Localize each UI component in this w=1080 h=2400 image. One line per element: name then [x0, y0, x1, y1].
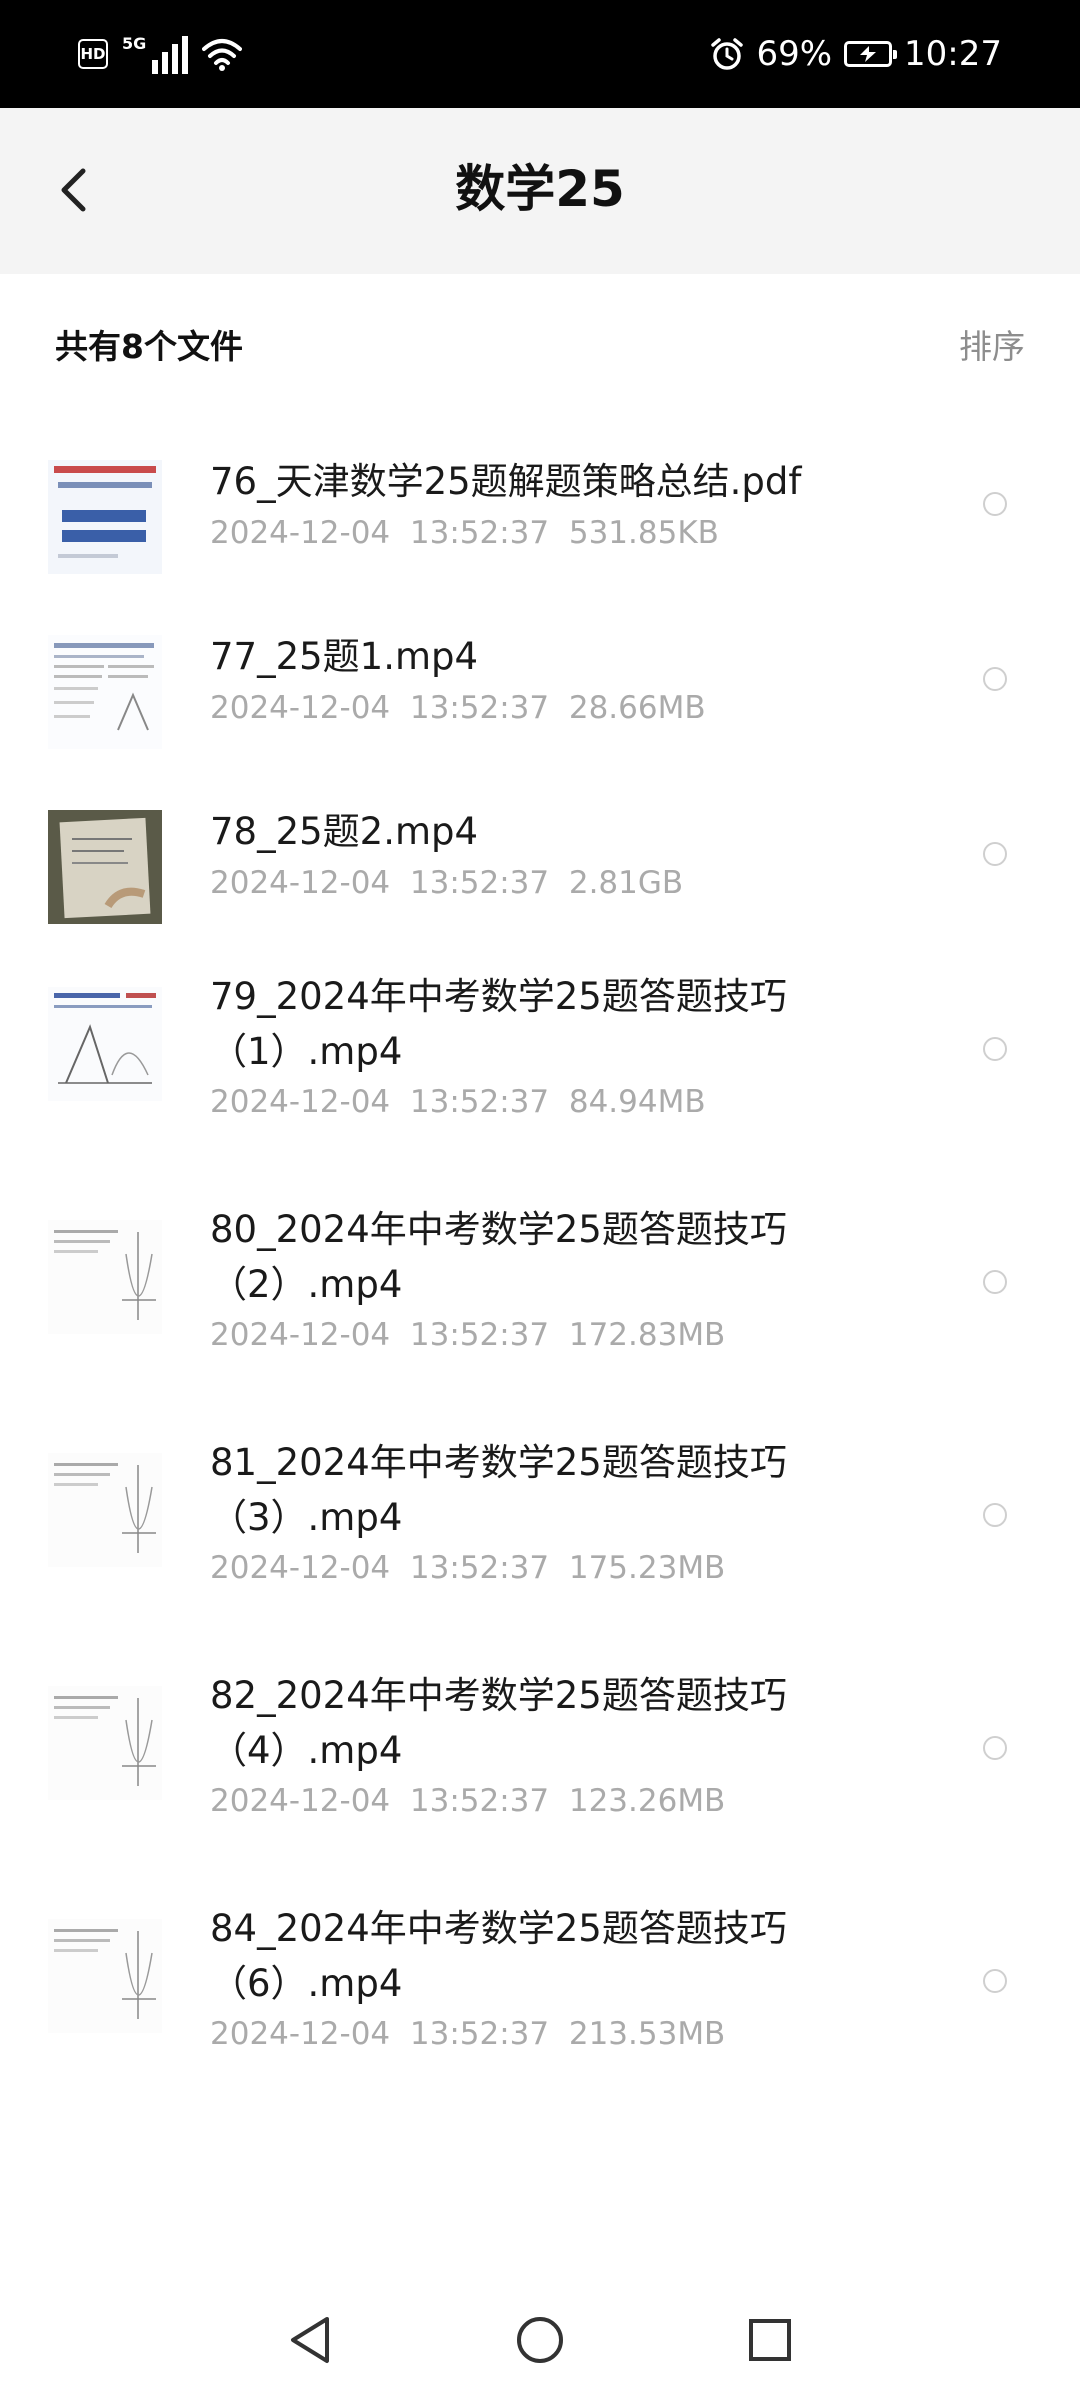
file-size: 531.85KB: [568, 515, 719, 551]
file-row[interactable]: 82_2024年中考数学25题答题技巧（4）.mp4 2024-12-04 13:…: [0, 1668, 1080, 1868]
status-bar: HD 5G 69% 10:27: [0, 0, 1080, 108]
file-name: 76_天津数学25题解题策略总结.pdf: [210, 460, 802, 503]
file-thumbnail: [48, 1919, 162, 2033]
file-size: 28.66MB: [568, 690, 706, 726]
file-size: 172.83MB: [568, 1317, 726, 1353]
file-meta: 2024-12-04 13:52:37 175.23MB: [210, 1547, 725, 1589]
file-time: 13:52:37: [409, 690, 550, 726]
signal-bar: [172, 44, 178, 74]
file-meta: 2024-12-04 13:52:37 172.83MB: [210, 1314, 725, 1356]
file-meta: 2024-12-04 13:52:37 123.26MB: [210, 1780, 725, 1822]
status-left: HD 5G: [78, 30, 242, 78]
file-row[interactable]: 79_2024年中考数学25题答题技巧（1）.mp4 2024-12-04 13:…: [0, 969, 1080, 1169]
nav-back-button[interactable]: [280, 2310, 340, 2370]
file-thumbnail: [48, 987, 162, 1101]
select-radio[interactable]: [983, 1270, 1007, 1294]
page-title: 数学25: [455, 160, 625, 218]
file-date: 2024-12-04: [210, 2016, 391, 2052]
file-name: 79_2024年中考数学25题答题技巧（1）.mp4: [210, 975, 787, 1073]
file-meta: 2024-12-04 13:52:37 213.53MB: [210, 2013, 725, 2055]
file-row[interactable]: 78_25题2.mp4 2024-12-04 13:52:37 2.81GB: [0, 794, 1080, 954]
signal-icon: 5G: [122, 34, 188, 74]
file-row[interactable]: 80_2024年中考数学25题答题技巧（2）.mp4 2024-12-04 13:…: [0, 1202, 1080, 1402]
back-triangle-icon: [291, 2317, 329, 2363]
title-bar: 数学25: [0, 108, 1080, 274]
file-name: 80_2024年中考数学25题答题技巧（2）.mp4: [210, 1208, 787, 1306]
file-thumbnail: [48, 635, 162, 749]
recents-square-icon: [749, 2319, 791, 2361]
nav-recents-button[interactable]: [740, 2310, 800, 2370]
battery-percent: 69%: [756, 34, 833, 74]
file-meta: 2024-12-04 13:52:37 2.81GB: [210, 862, 683, 904]
file-row[interactable]: 81_2024年中考数学25题答题技巧（3）.mp4 2024-12-04 13:…: [0, 1435, 1080, 1635]
status-right: 69% 10:27: [710, 26, 1002, 82]
select-radio[interactable]: [983, 842, 1007, 866]
file-time: 13:52:37: [409, 1550, 550, 1586]
file-size: 2.81GB: [568, 865, 684, 901]
file-size: 213.53MB: [568, 2016, 726, 2052]
file-size: 175.23MB: [568, 1550, 726, 1586]
file-time: 13:52:37: [409, 515, 550, 551]
navigation-bar: [0, 2280, 1080, 2400]
alarm-icon: [711, 38, 744, 70]
file-date: 2024-12-04: [210, 1783, 391, 1819]
select-radio[interactable]: [983, 1736, 1007, 1760]
file-thumbnail: [48, 810, 162, 924]
file-thumbnail: [48, 1453, 162, 1567]
select-radio[interactable]: [983, 492, 1007, 516]
nav-home-button[interactable]: [510, 2310, 570, 2370]
select-radio[interactable]: [983, 1969, 1007, 1993]
file-meta: 2024-12-04 13:52:37 28.66MB: [210, 687, 706, 729]
file-thumbnail: [48, 460, 162, 574]
file-row[interactable]: 84_2024年中考数学25题答题技巧（6）.mp4 2024-12-04 13:…: [0, 1901, 1080, 2101]
hd-icon: HD: [78, 39, 108, 69]
signal-bar: [162, 52, 168, 74]
file-name: 78_25题2.mp4: [210, 810, 479, 853]
file-thumbnail: [48, 1686, 162, 1800]
file-meta: 2024-12-04 13:52:37 84.94MB: [210, 1081, 706, 1123]
file-size: 84.94MB: [568, 1084, 706, 1120]
sort-button[interactable]: 排序: [959, 320, 1025, 368]
select-radio[interactable]: [983, 1503, 1007, 1527]
file-date: 2024-12-04: [210, 515, 391, 551]
wifi-icon: [202, 39, 242, 71]
file-time: 13:52:37: [409, 2016, 550, 2052]
file-name: 84_2024年中考数学25题答题技巧（6）.mp4: [210, 1907, 787, 2005]
signal-bar: [182, 36, 188, 74]
file-size: 123.26MB: [568, 1783, 726, 1819]
home-circle-icon: [517, 2317, 563, 2363]
battery-charging-icon: [844, 41, 898, 67]
file-time: 13:52:37: [409, 1783, 550, 1819]
file-date: 2024-12-04: [210, 865, 391, 901]
file-row[interactable]: 76_天津数学25题解题策略总结.pdf 2024-12-04 13:52:37 …: [0, 444, 1080, 604]
file-count: 共有8个文件: [55, 327, 243, 366]
file-time: 13:52:37: [409, 1084, 550, 1120]
file-time: 13:52:37: [409, 1317, 550, 1353]
file-date: 2024-12-04: [210, 1084, 391, 1120]
file-time: 13:52:37: [409, 865, 550, 901]
file-name: 82_2024年中考数学25题答题技巧（4）.mp4: [210, 1674, 787, 1772]
signal-bar: [152, 60, 158, 74]
network-label: 5G: [122, 34, 147, 53]
file-date: 2024-12-04: [210, 1317, 391, 1353]
file-thumbnail: [48, 1220, 162, 1334]
file-name: 77_25题1.mp4: [210, 635, 479, 678]
clock: 10:27: [904, 34, 1002, 74]
file-date: 2024-12-04: [210, 690, 391, 726]
file-row[interactable]: 77_25题1.mp4 2024-12-04 13:52:37 28.66MB: [0, 619, 1080, 779]
file-name: 81_2024年中考数学25题答题技巧（3）.mp4: [210, 1441, 787, 1539]
select-radio[interactable]: [983, 667, 1007, 691]
select-radio[interactable]: [983, 1037, 1007, 1061]
list-header: 共有8个文件 排序: [0, 274, 1080, 414]
file-meta: 2024-12-04 13:52:37 531.85KB: [210, 512, 719, 554]
file-date: 2024-12-04: [210, 1550, 391, 1586]
